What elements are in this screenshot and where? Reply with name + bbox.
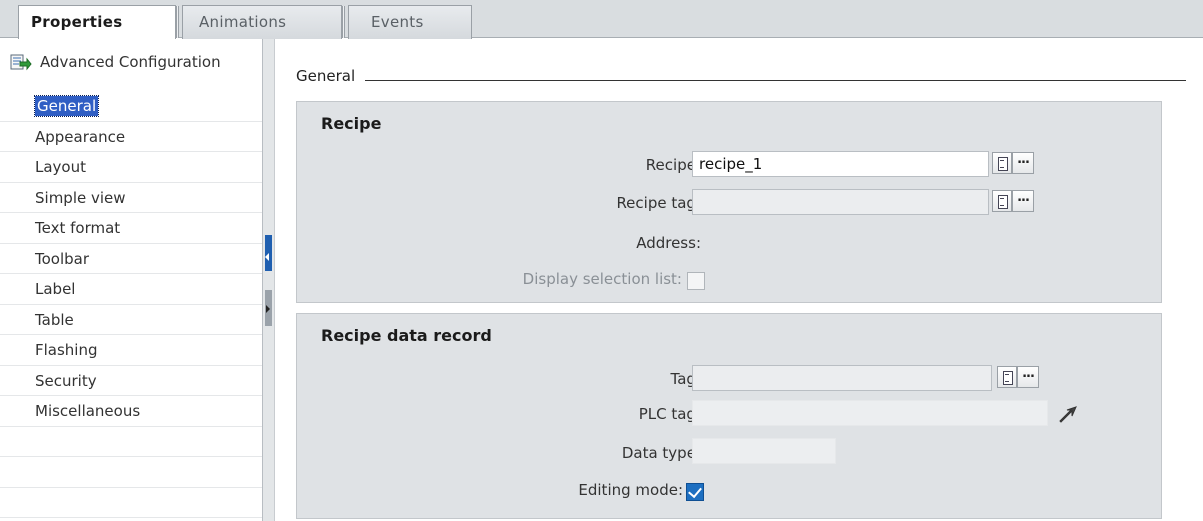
section-rule xyxy=(365,80,1186,81)
recipe-data-record-group: Recipe data record Tag: ... PLC tag: Dat… xyxy=(296,313,1162,519)
recipe-group-title: Recipe xyxy=(321,114,382,133)
section-header: General xyxy=(296,61,1186,85)
nav-empty-row xyxy=(0,457,262,488)
collapse-left-icon xyxy=(265,253,269,261)
nav-item-general[interactable]: General xyxy=(0,91,262,122)
tab-properties-label: Properties xyxy=(31,13,123,31)
tab-events-label: Events xyxy=(371,13,424,31)
nav-item-label: Appearance xyxy=(35,127,126,146)
expand-right-icon xyxy=(266,305,270,313)
goto-tag-arrow-icon[interactable] xyxy=(1057,403,1079,425)
section-title: General xyxy=(296,67,356,85)
nav-header-label: Advanced Configuration xyxy=(40,53,221,71)
display-selection-label: Display selection list: xyxy=(522,270,682,288)
nav-item-label: Text format xyxy=(35,219,121,237)
list-icon[interactable] xyxy=(997,366,1017,388)
browse-tag-button[interactable]: ... xyxy=(1017,366,1039,388)
nav-item-toolbar[interactable]: Toolbar xyxy=(0,244,262,274)
tab-separator xyxy=(342,6,345,38)
tab-properties[interactable]: Properties xyxy=(18,5,176,40)
nav-item-appearance[interactable]: Appearance xyxy=(0,122,262,152)
nav-list: General Appearance Layout Simple view Te… xyxy=(0,91,262,518)
nav-item-simple-view[interactable]: Simple view xyxy=(0,183,262,213)
nav-item-label-item[interactable]: Label xyxy=(0,274,262,305)
data-type-label: Data type: xyxy=(621,444,701,462)
tab-separator xyxy=(176,6,179,38)
nav-item-label: Security xyxy=(35,371,97,390)
nav-item-flashing[interactable]: Flashing xyxy=(0,335,262,366)
nav-item-security[interactable]: Security xyxy=(0,366,262,396)
nav-item-table[interactable]: Table xyxy=(0,305,262,335)
advanced-config-icon xyxy=(10,52,32,72)
address-label: Address: xyxy=(636,234,701,252)
editing-mode-label: Editing mode: xyxy=(578,481,683,499)
list-icon[interactable] xyxy=(992,152,1012,174)
nav-item-label: Layout xyxy=(35,158,86,176)
list-icon[interactable] xyxy=(992,190,1012,212)
tab-animations[interactable]: Animations xyxy=(182,5,342,39)
nav-item-miscellaneous[interactable]: Miscellaneous xyxy=(0,396,262,427)
nav-item-text-format[interactable]: Text format xyxy=(0,213,262,244)
browse-recipe-button[interactable]: ... xyxy=(1012,152,1034,174)
nav-item-layout[interactable]: Layout xyxy=(0,152,262,183)
nav-item-label: Flashing xyxy=(35,341,98,359)
tag-field[interactable] xyxy=(692,365,992,391)
panel-splitter[interactable] xyxy=(262,39,275,521)
data-type-field xyxy=(692,438,836,464)
tab-animations-label: Animations xyxy=(199,13,287,31)
nav-empty-row xyxy=(0,427,262,457)
property-navigation: Advanced Configuration General Appearanc… xyxy=(0,39,262,521)
recipe-tag-label: Recipe tag: xyxy=(616,194,701,212)
nav-item-label: Simple view xyxy=(35,188,126,207)
nav-item-label: Toolbar xyxy=(35,249,90,268)
recipe-tag-field[interactable] xyxy=(692,189,989,215)
plc-tag-field xyxy=(692,400,1048,426)
recipe-group: Recipe Recipe: recipe_1 ... Recipe tag: … xyxy=(296,101,1162,303)
browse-recipe-tag-button[interactable]: ... xyxy=(1012,190,1034,212)
tab-events[interactable]: Events xyxy=(348,5,472,39)
nav-item-label: General xyxy=(33,95,100,117)
tab-bar: Properties Animations Events xyxy=(0,0,1203,40)
nav-header[interactable]: Advanced Configuration xyxy=(10,50,221,74)
nav-item-label: Table xyxy=(35,310,74,329)
editing-mode-checkbox[interactable] xyxy=(686,483,704,501)
record-group-title: Recipe data record xyxy=(321,326,492,345)
nav-empty-row xyxy=(0,488,262,518)
display-selection-checkbox[interactable] xyxy=(687,272,705,290)
nav-item-label: Label xyxy=(35,280,76,298)
property-content: General Recipe Recipe: recipe_1 ... Reci… xyxy=(276,39,1203,521)
nav-item-label: Miscellaneous xyxy=(35,402,141,420)
recipe-field[interactable]: recipe_1 xyxy=(692,151,989,177)
